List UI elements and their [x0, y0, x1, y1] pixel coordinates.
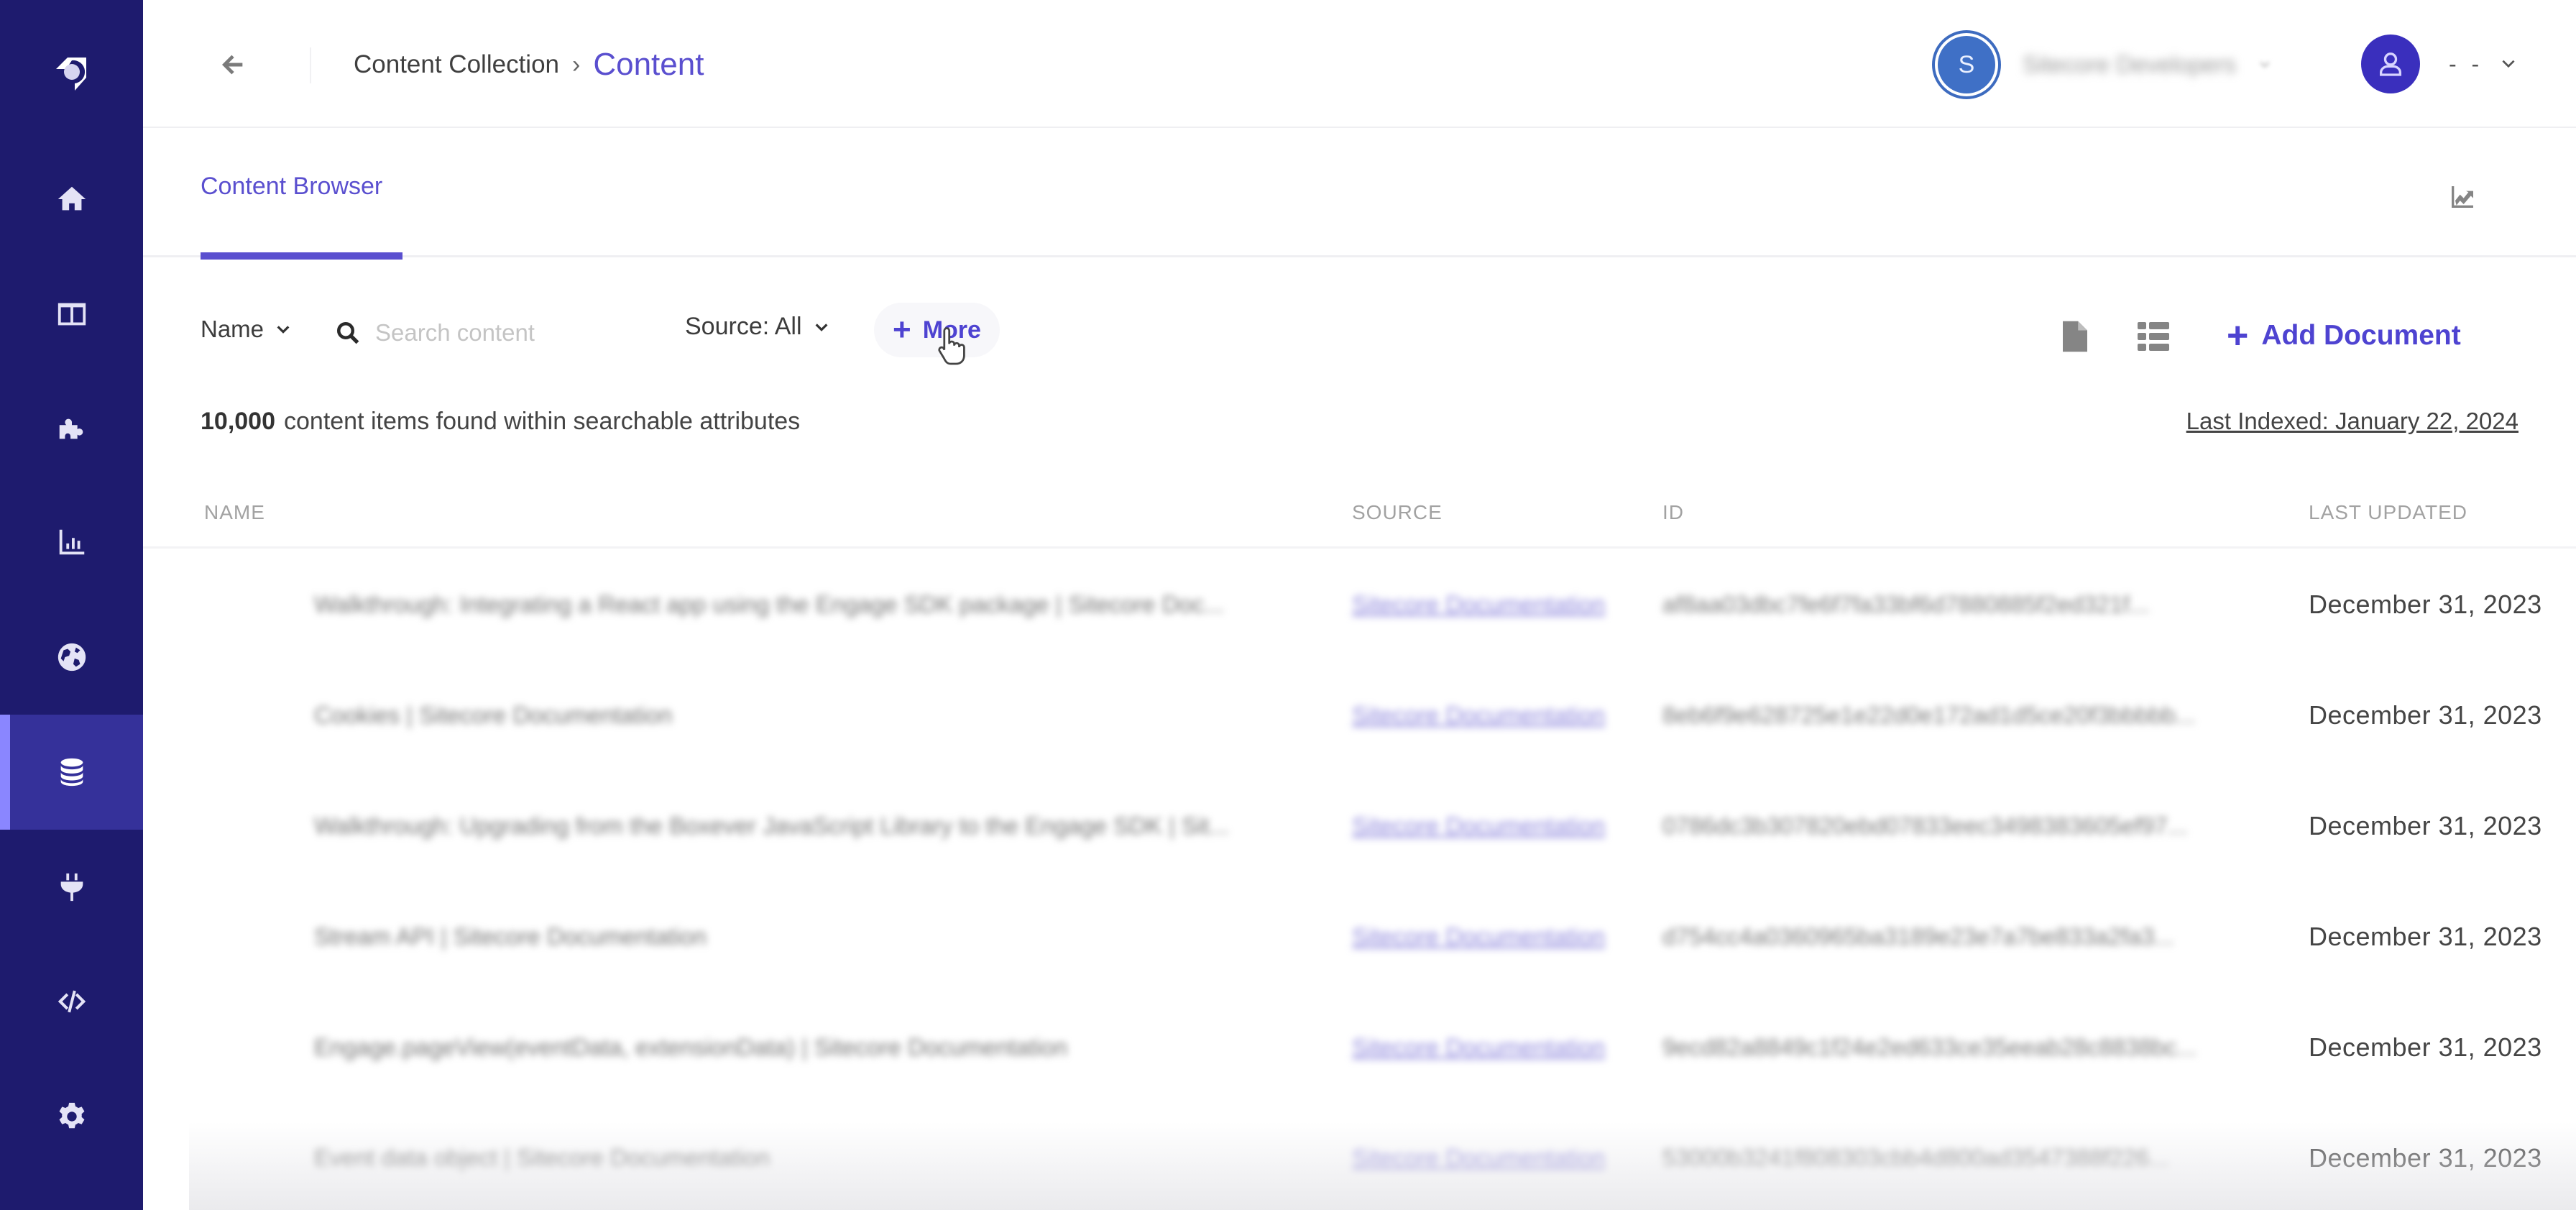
- header-divider: [310, 47, 311, 83]
- chevron-down-icon: [2260, 61, 2270, 68]
- tenant-avatar: S: [1932, 30, 2001, 99]
- hand-cursor-icon: [938, 327, 965, 365]
- tenant-name: Sitecore Developers: [2023, 51, 2237, 78]
- row-source-link[interactable]: Sitecore Documentation: [1352, 1034, 1619, 1061]
- breadcrumb-parent-link[interactable]: Content Collection: [354, 50, 559, 79]
- column-header-last-updated[interactable]: Last Updated: [2309, 501, 2467, 524]
- row-source-link[interactable]: Sitecore Documentation: [1352, 702, 1619, 729]
- user-avatar: [2361, 35, 2420, 93]
- database-icon: [60, 758, 83, 787]
- plus-icon: +: [2227, 315, 2249, 357]
- tab-content-browser[interactable]: Content Browser: [201, 173, 402, 260]
- row-id: 8eb6f9e628725e1e22d0e172ad1d5ce20f3bbbbb…: [1662, 702, 2196, 728]
- globe-icon: [58, 643, 86, 672]
- tab-bar: Content Browser: [143, 128, 2576, 260]
- sidebar-item-sites[interactable]: [0, 600, 143, 715]
- column-header-id[interactable]: ID: [1662, 501, 1684, 524]
- table-row[interactable]: Walkthrough: Upgrading from the Boxever …: [189, 771, 2576, 881]
- row-source-link[interactable]: Sitecore Documentation: [1352, 1145, 1619, 1172]
- plug-icon: [60, 873, 83, 902]
- row-name[interactable]: Event data object | Sitecore Documentati…: [314, 1145, 1313, 1172]
- table-row[interactable]: Stream API | Sitecore Documentation Sitec…: [189, 881, 2576, 992]
- user-icon: [2380, 52, 2401, 76]
- analytics-button[interactable]: [2441, 175, 2484, 219]
- row-last-updated: December 31, 2023: [2309, 1032, 2542, 1062]
- sitecore-logo-icon[interactable]: [0, 29, 143, 115]
- sidebar-item-connectors[interactable]: [0, 830, 143, 945]
- sidebar-item-analytics[interactable]: [0, 485, 143, 600]
- table-header-divider: [143, 546, 2576, 549]
- list-view-button[interactable]: [2133, 316, 2174, 357]
- row-last-updated: December 31, 2023: [2309, 700, 2542, 730]
- sidebar-item-home[interactable]: [0, 142, 143, 257]
- row-last-updated: December 31, 2023: [2309, 590, 2542, 619]
- row-name[interactable]: Stream API | Sitecore Documentation: [314, 923, 1313, 950]
- row-name[interactable]: Walkthrough: Upgrading from the Boxever …: [314, 812, 1313, 840]
- top-header: Content Collection › Content S Sitecore …: [143, 0, 2576, 128]
- list-grid-icon: [2138, 322, 2169, 351]
- sidebar-item-developer[interactable]: [0, 944, 143, 1059]
- add-document-button[interactable]: + Add Document: [2227, 311, 2461, 361]
- row-last-updated: December 31, 2023: [2309, 922, 2542, 951]
- row-id: 9ecd82a8849c1f24e2ed633ce35eeab28c8838bc…: [1662, 1034, 2197, 1060]
- row-last-updated: December 31, 2023: [2309, 811, 2542, 840]
- active-tab-indicator: [201, 252, 402, 260]
- results-count-number: 10,000: [201, 408, 275, 435]
- search-box: [335, 313, 637, 353]
- row-source-link[interactable]: Sitecore Documentation: [1352, 812, 1619, 840]
- table-row[interactable]: Engage.pageView(eventData, extensionData…: [189, 992, 2576, 1103]
- bar-chart-icon: [59, 529, 84, 555]
- results-count-text: content items found within searchable at…: [284, 408, 801, 435]
- row-id: af8aa03dbc7fe6f7fa33bf6d7880885f2ed321f.…: [1662, 591, 2150, 618]
- plus-icon: +: [893, 312, 911, 347]
- sidebar-item-content[interactable]: [0, 715, 143, 830]
- chevron-down-icon: [2502, 60, 2515, 68]
- column-header-name[interactable]: Name: [204, 501, 265, 524]
- row-id: 0786dc3b307820ebd07833eec3498383605ef97.…: [1662, 812, 2188, 839]
- tenant-switcher[interactable]: S Sitecore Developers: [1932, 30, 2272, 99]
- chevron-down-icon: [277, 326, 290, 334]
- chevron-down-icon: [815, 323, 827, 331]
- table-row[interactable]: Cookies | Sitecore Documentation Sitecore…: [189, 660, 2576, 771]
- row-name[interactable]: Walkthrough: Integrating a React app usi…: [314, 591, 1313, 618]
- source-filter-select[interactable]: Source: All: [685, 313, 829, 341]
- breadcrumb: Content Collection › Content: [354, 45, 704, 85]
- layout-columns-icon: [58, 303, 86, 326]
- user-name: - -: [2449, 50, 2484, 77]
- row-last-updated: December 31, 2023: [2309, 1143, 2542, 1173]
- row-name[interactable]: Engage.pageView(eventData, extensionData…: [314, 1034, 1313, 1061]
- document-view-button[interactable]: [2057, 316, 2093, 357]
- table-row[interactable]: Walkthrough: Integrating a React app usi…: [189, 549, 2576, 660]
- row-source-link[interactable]: Sitecore Documentation: [1352, 591, 1619, 618]
- row-id: 53000b3241f808303cbb4d800ad3547388f226..…: [1662, 1145, 2169, 1171]
- sidebar-item-settings[interactable]: [0, 1059, 143, 1174]
- trending-chart-icon: [2452, 186, 2473, 208]
- breadcrumb-separator: ›: [572, 50, 581, 78]
- sidebar: [0, 0, 143, 1210]
- row-source-link[interactable]: Sitecore Documentation: [1352, 923, 1619, 950]
- user-menu[interactable]: - -: [2361, 35, 2518, 93]
- file-icon: [2063, 321, 2087, 352]
- row-id: d754cc4a0360965ba3189e23e7a7be833a2fa3..…: [1662, 923, 2175, 950]
- search-icon: [337, 322, 359, 344]
- back-button[interactable]: [211, 43, 254, 86]
- arrow-left-icon: [222, 55, 243, 75]
- search-input[interactable]: [375, 319, 620, 347]
- sidebar-item-layout[interactable]: [0, 257, 143, 372]
- column-header-source[interactable]: Source: [1352, 501, 1443, 524]
- puzzle-icon: [59, 418, 83, 439]
- home-icon: [58, 186, 86, 211]
- row-name[interactable]: Cookies | Sitecore Documentation: [314, 702, 1313, 729]
- search-field-select[interactable]: Name: [201, 316, 291, 343]
- code-icon: [58, 990, 86, 1013]
- filter-toolbar: Name Source: All + More: [201, 303, 2576, 359]
- page-title: Content: [593, 47, 704, 82]
- sidebar-item-integrations[interactable]: [0, 372, 143, 487]
- results-count: 10,000 content items found within searcha…: [201, 408, 800, 436]
- table-row[interactable]: Event data object | Sitecore Documentati…: [189, 1103, 2576, 1210]
- gear-icon: [59, 1102, 84, 1129]
- last-indexed-link[interactable]: Last Indexed: January 22, 2024: [2186, 408, 2518, 435]
